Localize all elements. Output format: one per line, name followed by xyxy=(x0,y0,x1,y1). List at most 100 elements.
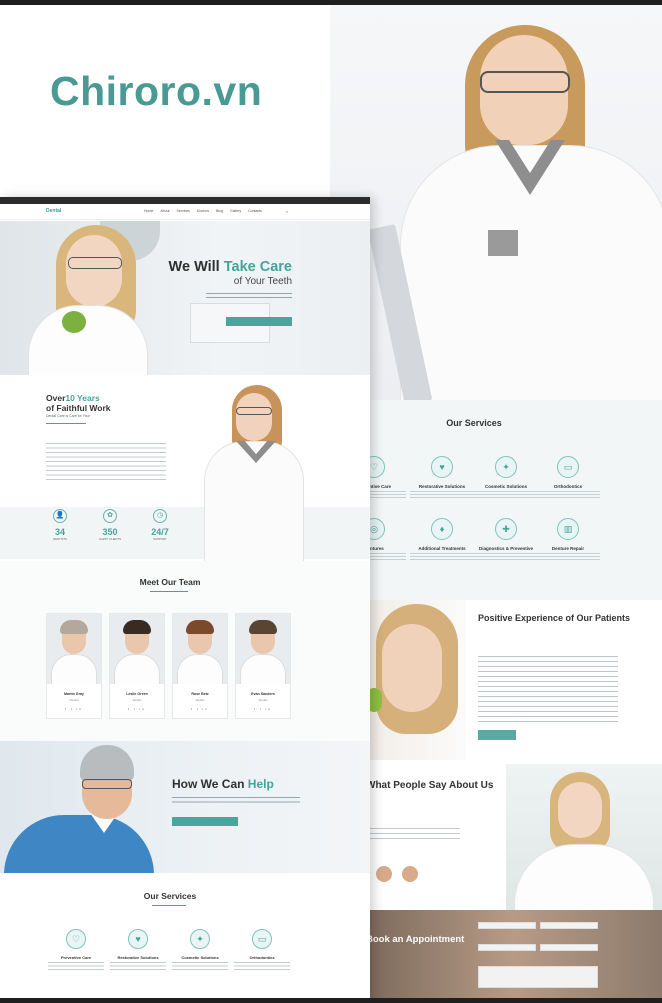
tooth-icon: ♥ xyxy=(431,456,453,478)
hair xyxy=(186,620,214,634)
stat-label: SUPPORT xyxy=(153,537,167,541)
service-text-lines xyxy=(474,491,538,499)
social-icons[interactable]: f t in xyxy=(236,707,290,711)
doctor-scrubs xyxy=(4,815,154,873)
appointment-section: Book an Appointment xyxy=(366,910,662,1003)
hero-title-part: We Will xyxy=(168,259,224,275)
testimonials-title: What People Say About Us xyxy=(366,780,494,791)
service-text-lines xyxy=(234,962,290,970)
help-text-lines xyxy=(172,797,300,806)
menu-item[interactable]: Gallery xyxy=(230,209,241,213)
service-name: Restorative Solutions xyxy=(117,955,159,960)
hair xyxy=(60,620,88,634)
secondary-service-item[interactable]: ✚ Diagnostics & Preventive xyxy=(474,518,538,561)
help-title-part: How We Can xyxy=(172,777,248,791)
menu-item[interactable]: Home xyxy=(144,209,153,213)
positive-experience-section: Positive Experience of Our Patients xyxy=(366,600,662,760)
secondary-service-item[interactable]: ♦ Additional Treatments xyxy=(410,518,474,561)
watermark-brand: Chiroro.vn xyxy=(50,68,263,114)
secondary-service-item[interactable]: ▥ Denture Repair xyxy=(536,518,600,561)
help-title-accent: Help xyxy=(247,777,274,791)
team-card[interactable]: Evan Sanders Dentist f t in xyxy=(235,613,291,719)
stat-value: 34 xyxy=(54,527,65,537)
team-card[interactable]: Leslie Green Dentist f t in xyxy=(109,613,165,719)
phone-field[interactable] xyxy=(478,944,536,951)
social-icons[interactable]: f t in xyxy=(47,707,101,711)
secondary-service-item[interactable]: ♥ Restorative Solutions xyxy=(410,456,474,499)
team-member-name: Evan Sanders xyxy=(251,692,275,696)
secondary-service-item[interactable]: ✦ Cosmetic Solutions xyxy=(474,456,538,499)
site-logo[interactable]: Dental xyxy=(46,208,80,216)
stat-item: 👤 34 DENTISTS xyxy=(40,509,80,541)
divider xyxy=(152,905,186,906)
about-tagline: Dental Care is Care for Your xyxy=(46,414,90,418)
secondary-services-section: Our Services ♡ Preventive Care ♥ Restora… xyxy=(342,400,662,600)
team-photo xyxy=(173,614,227,684)
site-topbar xyxy=(0,197,370,204)
positive-experience-title: Positive Experience of Our Patients xyxy=(478,613,631,623)
service-name: Preventive Care xyxy=(60,955,92,960)
team-photo xyxy=(236,614,290,684)
social-icons[interactable]: f t in xyxy=(110,707,164,711)
hero-subtitle: of Your Teeth xyxy=(233,276,292,287)
service-item[interactable]: ✦ Cosmetic Solutions xyxy=(168,929,232,970)
stat-label: HAPPY CLIENTS xyxy=(98,537,122,541)
service-item[interactable]: ▭ Orthodontics xyxy=(230,929,294,970)
service-name: Additional Treatments xyxy=(418,546,466,551)
menu-item[interactable]: Services xyxy=(177,209,190,213)
read-more-button[interactable] xyxy=(478,730,516,740)
doctor-photo xyxy=(506,764,662,914)
menu-item[interactable]: About xyxy=(160,209,169,213)
doctor-hair xyxy=(80,745,134,781)
coat xyxy=(240,654,286,684)
model-pocket xyxy=(488,230,518,256)
email-field[interactable] xyxy=(540,922,598,929)
name-field[interactable] xyxy=(478,922,536,929)
service-name: Orthodontics xyxy=(553,484,583,489)
menu-item[interactable]: Blog xyxy=(216,209,223,213)
patient-face xyxy=(382,624,442,712)
sparkle-icon: ✦ xyxy=(495,456,517,478)
stats-bar: 👤 34 DENTISTS ✿ 350 HAPPY CLIENTS ◷ 24/7… xyxy=(0,507,370,559)
site-menu: Home About Services Doctors Blog Gallery… xyxy=(144,209,262,213)
hero-model-photo xyxy=(330,5,662,405)
hero-title: We Will Take Care xyxy=(150,259,292,275)
secondary-service-item[interactable]: ▭ Orthodontics xyxy=(536,456,600,499)
service-name: Cosmetic Solutions xyxy=(181,955,219,960)
stat-value: 350 xyxy=(102,527,118,537)
message-field[interactable] xyxy=(478,966,598,988)
stat-item: ◷ 24/7 SUPPORT xyxy=(140,509,180,541)
doctor-face xyxy=(558,782,602,838)
hero-doctor-glasses xyxy=(68,257,122,269)
help-appointment-button[interactable] xyxy=(172,817,238,826)
about-text-lines xyxy=(46,443,166,483)
service-item[interactable]: ♥ Restorative Solutions xyxy=(106,929,170,970)
hero-doctor-face xyxy=(66,235,122,307)
team-card[interactable]: Martin Gray Dentist f t in xyxy=(46,613,102,719)
team-card[interactable]: Rose Betz Dentist f t in xyxy=(172,613,228,719)
social-icons[interactable]: f t in xyxy=(173,707,227,711)
avatar[interactable] xyxy=(374,864,394,884)
menu-item[interactable]: Contacts xyxy=(248,209,262,213)
team-member-role: Dentist xyxy=(195,698,205,702)
hero-text-lines xyxy=(206,293,292,301)
avatar[interactable] xyxy=(400,864,420,884)
service-text-lines xyxy=(410,553,474,561)
date-field[interactable] xyxy=(540,944,598,951)
service-name: Cosmetic Solutions xyxy=(484,484,527,489)
menu-item[interactable]: Doctors xyxy=(197,209,209,213)
team-member-name: Leslie Green xyxy=(126,692,148,696)
service-item[interactable]: ♡ Preventive Care xyxy=(44,929,108,970)
service-text-lines xyxy=(536,553,600,561)
team-member-name: Martin Gray xyxy=(64,692,84,696)
team-member-role: Dentist xyxy=(258,698,268,702)
person-icon: 👤 xyxy=(53,509,67,523)
tooth-icon: ♥ xyxy=(128,929,148,949)
search-icon[interactable]: ⌕ xyxy=(286,209,288,214)
preview-page-secondary: Our Services ♡ Preventive Care ♥ Restora… xyxy=(342,400,662,1003)
service-text-lines xyxy=(536,491,600,499)
apple-image xyxy=(62,311,86,333)
service-name: Restorative Solutions xyxy=(418,484,466,489)
hero-appointment-button[interactable] xyxy=(226,317,292,326)
stat-label: DENTISTS xyxy=(53,537,67,541)
